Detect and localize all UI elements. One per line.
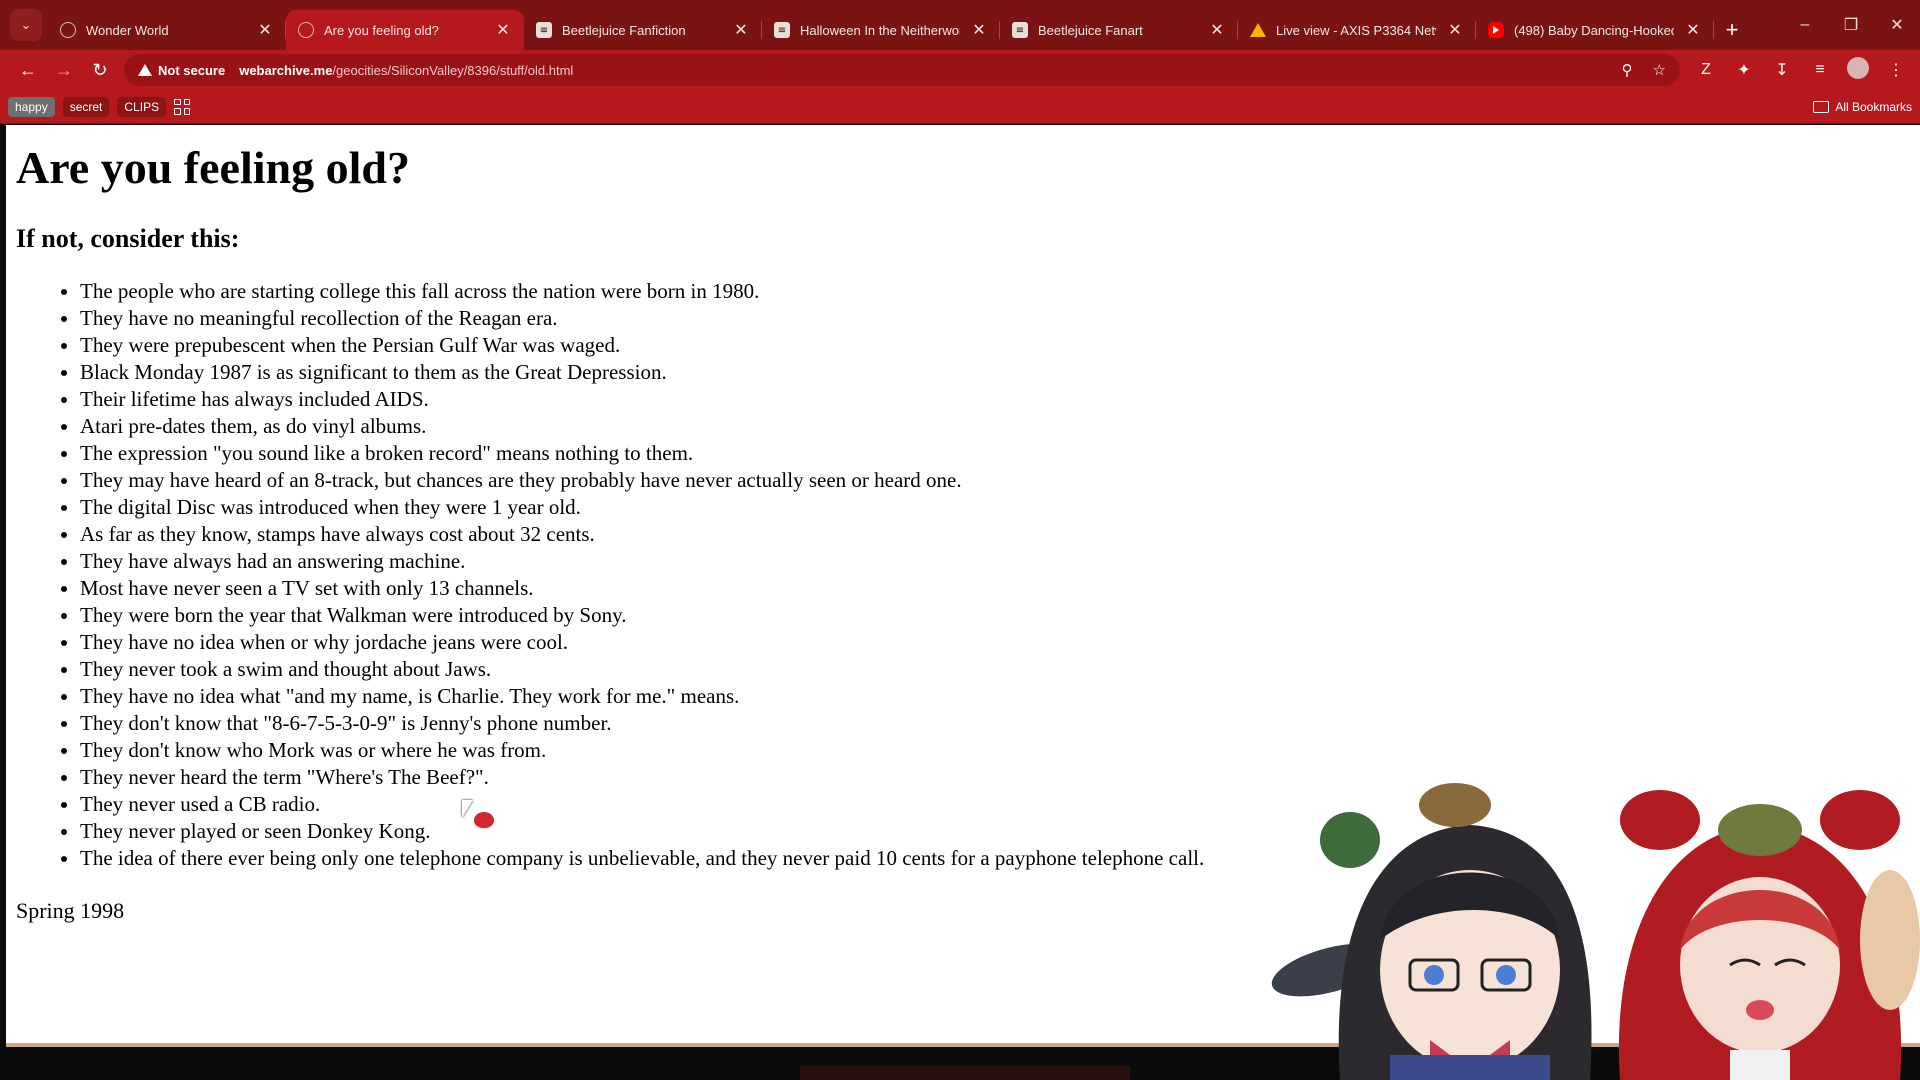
address-bar[interactable]: Not secure webarchive.me /geocities/Sili…: [124, 54, 1680, 86]
browser-toolbar: ← → ↻ Not secure webarchive.me /geocitie…: [0, 50, 1920, 90]
all-bookmarks-button[interactable]: All Bookmarks: [1813, 100, 1912, 114]
menu-kebab-icon[interactable]: ⋮: [1882, 60, 1910, 80]
tabs-container: Wonder World ✕ Are you feeling old? ✕ ≡ Beetl…: [48, 10, 1714, 50]
book-icon: ≡: [774, 22, 790, 38]
download-icon[interactable]: ↧: [1768, 60, 1796, 80]
minimize-icon[interactable]: –: [1782, 16, 1828, 34]
list-item: The digital Disc was introduced when the…: [80, 494, 1920, 521]
restore-icon[interactable]: ❐: [1828, 15, 1874, 35]
toolbar-icons: Z ✦ ↧ ≡ ⋮: [1692, 56, 1910, 84]
tab-title: Beetlejuice Fanart: [1038, 22, 1143, 38]
list-item: They may have heard of an 8-track, but c…: [80, 467, 1920, 494]
browser-tab[interactable]: Wonder World ✕: [48, 10, 286, 50]
tab-strip: ⌄ Wonder World ✕ Are you feeling old? ✕ ≡ Bee…: [0, 0, 1920, 50]
tab-title: Are you feeling old?: [324, 22, 439, 38]
list-item: They never took a swim and thought about…: [80, 656, 1920, 683]
window-controls: – ❐ ✕: [1782, 0, 1920, 50]
forward-arrow-icon[interactable]: →: [46, 54, 82, 86]
bookmarks-bar: happy secret CLIPS All Bookmarks: [0, 90, 1920, 124]
bookmark-clips[interactable]: CLIPS: [117, 96, 167, 117]
tab-title: Halloween In the Neitherworld: [800, 22, 960, 38]
stream-bottom-bar: [800, 1066, 1130, 1080]
list-item: They have always had an answering machin…: [80, 548, 1920, 575]
book-icon: ≡: [1012, 22, 1028, 38]
tab-close-icon[interactable]: ✕: [256, 20, 274, 40]
bookmark-star-icon[interactable]: ☆: [1653, 61, 1666, 79]
list-item: They have no idea when or why jordache j…: [80, 629, 1920, 656]
url-host: webarchive.me: [239, 62, 333, 78]
zoom-icon[interactable]: ⚲: [1622, 61, 1633, 79]
tab-title: Wonder World: [86, 22, 169, 38]
warning-icon: [138, 64, 152, 76]
list-item: As far as they know, stamps have always …: [80, 521, 1920, 548]
tab-title: Beetlejuice Fanfiction: [562, 22, 686, 38]
list-item: The people who are starting college this…: [80, 278, 1920, 305]
security-label: Not secure: [158, 62, 226, 78]
list-item: Their lifetime has always included AIDS.: [80, 386, 1920, 413]
browser-tab[interactable]: (498) Baby Dancing-Hooked O ✕: [1476, 10, 1714, 50]
tab-close-icon[interactable]: ✕: [970, 20, 988, 40]
list-item: They have no meaningful recollection of …: [80, 305, 1920, 332]
all-bookmarks-label: All Bookmarks: [1835, 99, 1912, 114]
omnibox-actions: ⚲ ☆: [1622, 61, 1666, 79]
security-indicator[interactable]: Not secure: [138, 63, 225, 78]
browser-tab[interactable]: Are you feeling old? ✕: [286, 10, 524, 50]
vtuber-avatar-left: [1271, 783, 1592, 1080]
tab-close-icon[interactable]: ✕: [1684, 20, 1702, 40]
profile-avatar[interactable]: [1844, 56, 1872, 84]
book-icon: ≡: [536, 22, 552, 38]
cursor-pet-icon: [474, 812, 494, 828]
tab-close-icon[interactable]: ✕: [1208, 20, 1226, 40]
extensions-puzzle-icon[interactable]: ✦: [1730, 60, 1758, 80]
list-item: They have no idea what "and my name, is …: [80, 683, 1920, 710]
page-subtitle: If not, consider this:: [16, 224, 240, 253]
extension-z-icon[interactable]: Z: [1692, 61, 1720, 79]
tab-title: (498) Baby Dancing-Hooked O: [1514, 22, 1674, 38]
browser-tab[interactable]: ≡ Halloween In the Neitherworld ✕: [762, 10, 1000, 50]
globe-icon: [298, 22, 314, 38]
new-tab-plus-icon[interactable]: +: [1714, 10, 1750, 50]
list-item: Most have never seen a TV set with only …: [80, 575, 1920, 602]
list-item: Black Monday 1987 is as significant to t…: [80, 359, 1920, 386]
bookmark-secret[interactable]: secret: [62, 96, 110, 117]
vtuber-avatar-right: [1618, 790, 1920, 1080]
list-item: They don't know that "8-6-7-5-3-0-9" is …: [80, 710, 1920, 737]
tab-close-icon[interactable]: ✕: [1446, 20, 1464, 40]
youtube-icon: [1488, 22, 1504, 38]
close-window-icon[interactable]: ✕: [1874, 15, 1920, 35]
list-item: Atari pre-dates them, as do vinyl albums…: [80, 413, 1920, 440]
reload-icon[interactable]: ↻: [82, 54, 118, 86]
page-title: Are you feeling old?: [16, 142, 410, 193]
folder-icon: [1813, 100, 1830, 113]
bookmark-happy[interactable]: happy: [8, 96, 55, 117]
list-item: The expression "you sound like a broken …: [80, 440, 1920, 467]
apps-grid-icon[interactable]: [174, 98, 191, 115]
tab-close-icon[interactable]: ✕: [494, 20, 512, 40]
list-item: They were born the year that Walkman wer…: [80, 602, 1920, 629]
globe-icon: [60, 22, 76, 38]
mouse-cursor-icon: [462, 800, 473, 818]
media-queue-icon[interactable]: ≡: [1806, 61, 1834, 79]
browser-tab[interactable]: ≡ Beetlejuice Fanfiction ✕: [524, 10, 762, 50]
tab-close-icon[interactable]: ✕: [732, 20, 750, 40]
tab-title: Live view - AXIS P3364 Network: [1276, 22, 1436, 38]
tab-search-chevron-icon[interactable]: ⌄: [10, 9, 42, 41]
url-path: /geocities/SiliconValley/8396/stuff/old.…: [332, 62, 574, 78]
browser-tab[interactable]: ≡ Beetlejuice Fanart ✕: [1000, 10, 1238, 50]
list-item: They were prepubescent when the Persian …: [80, 332, 1920, 359]
browser-tab[interactable]: Live view - AXIS P3364 Network ✕: [1238, 10, 1476, 50]
axis-icon: [1250, 23, 1266, 37]
back-arrow-icon[interactable]: ←: [10, 54, 46, 86]
